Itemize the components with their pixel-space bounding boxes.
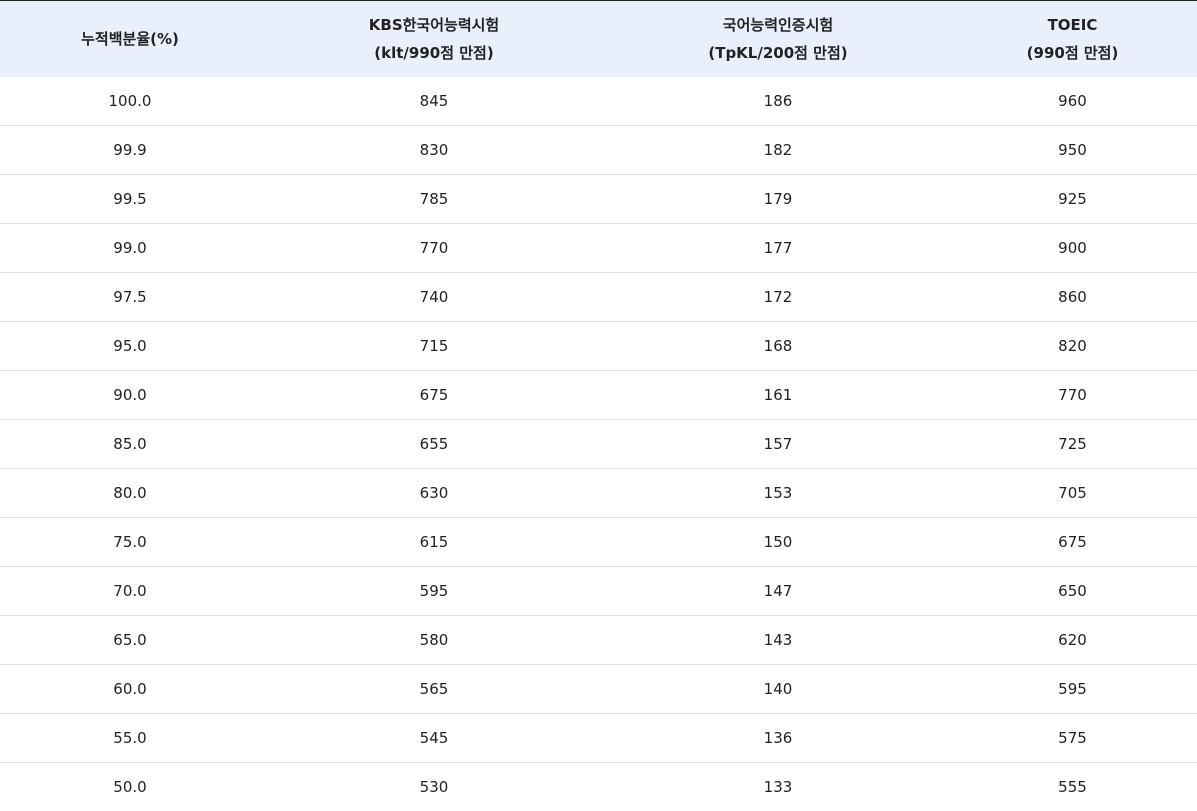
table-row: 99.0 770 177 900 xyxy=(0,224,1197,273)
cell-kbs-score: 770 xyxy=(260,224,608,273)
table-row: 90.0 675 161 770 xyxy=(0,371,1197,420)
cell-percentile: 99.9 xyxy=(0,126,260,175)
header-tpkl-test: 국어능력인증시험 (TpKL/200점 만점) xyxy=(608,1,948,78)
cell-toeic-score: 620 xyxy=(948,616,1197,665)
cell-percentile: 65.0 xyxy=(0,616,260,665)
cell-kbs-score: 845 xyxy=(260,77,608,126)
cell-kbs-score: 545 xyxy=(260,714,608,763)
table-row: 99.5 785 179 925 xyxy=(0,175,1197,224)
header-line-2: (990점 만점) xyxy=(948,39,1197,67)
cell-kbs-score: 630 xyxy=(260,469,608,518)
cell-kbs-score: 655 xyxy=(260,420,608,469)
cell-toeic-score: 960 xyxy=(948,77,1197,126)
cell-tpkl-score: 179 xyxy=(608,175,948,224)
cell-toeic-score: 575 xyxy=(948,714,1197,763)
cell-percentile: 100.0 xyxy=(0,77,260,126)
header-line-2: (klt/990점 만점) xyxy=(260,39,608,67)
cell-kbs-score: 830 xyxy=(260,126,608,175)
cell-percentile: 60.0 xyxy=(0,665,260,714)
cell-percentile: 55.0 xyxy=(0,714,260,763)
score-comparison-table: 누적백분율(%) KBS한국어능력시험 (klt/990점 만점) 국어능력인증… xyxy=(0,0,1197,811)
header-line-1: TOEIC xyxy=(948,11,1197,39)
cell-toeic-score: 820 xyxy=(948,322,1197,371)
cell-tpkl-score: 177 xyxy=(608,224,948,273)
cell-kbs-score: 740 xyxy=(260,273,608,322)
table-row: 50.0 530 133 555 xyxy=(0,763,1197,811)
cell-percentile: 80.0 xyxy=(0,469,260,518)
cell-percentile: 50.0 xyxy=(0,763,260,811)
cell-kbs-score: 580 xyxy=(260,616,608,665)
table-body: 100.0 845 186 960 99.9 830 182 950 99.5 … xyxy=(0,77,1197,811)
cell-kbs-score: 715 xyxy=(260,322,608,371)
header-line-1: KBS한국어능력시험 xyxy=(260,11,608,39)
table-row: 97.5 740 172 860 xyxy=(0,273,1197,322)
table-row: 95.0 715 168 820 xyxy=(0,322,1197,371)
cell-toeic-score: 770 xyxy=(948,371,1197,420)
table-row: 70.0 595 147 650 xyxy=(0,567,1197,616)
table-row: 99.9 830 182 950 xyxy=(0,126,1197,175)
cell-percentile: 85.0 xyxy=(0,420,260,469)
header-kbs-korean-test: KBS한국어능력시험 (klt/990점 만점) xyxy=(260,1,608,78)
cell-toeic-score: 925 xyxy=(948,175,1197,224)
cell-toeic-score: 860 xyxy=(948,273,1197,322)
cell-toeic-score: 675 xyxy=(948,518,1197,567)
cell-toeic-score: 705 xyxy=(948,469,1197,518)
header-toeic: TOEIC (990점 만점) xyxy=(948,1,1197,78)
cell-kbs-score: 595 xyxy=(260,567,608,616)
cell-tpkl-score: 186 xyxy=(608,77,948,126)
cell-tpkl-score: 161 xyxy=(608,371,948,420)
cell-toeic-score: 950 xyxy=(948,126,1197,175)
cell-toeic-score: 650 xyxy=(948,567,1197,616)
header-cumulative-percentile: 누적백분율(%) xyxy=(0,1,260,78)
table-row: 100.0 845 186 960 xyxy=(0,77,1197,126)
table-header: 누적백분율(%) KBS한국어능력시험 (klt/990점 만점) 국어능력인증… xyxy=(0,1,1197,78)
cell-tpkl-score: 172 xyxy=(608,273,948,322)
header-line-1: 누적백분율(%) xyxy=(0,25,260,53)
header-row: 누적백분율(%) KBS한국어능력시험 (klt/990점 만점) 국어능력인증… xyxy=(0,1,1197,78)
header-line-2: (TpKL/200점 만점) xyxy=(608,39,948,67)
cell-tpkl-score: 153 xyxy=(608,469,948,518)
cell-toeic-score: 555 xyxy=(948,763,1197,811)
cell-tpkl-score: 168 xyxy=(608,322,948,371)
cell-tpkl-score: 133 xyxy=(608,763,948,811)
cell-tpkl-score: 157 xyxy=(608,420,948,469)
cell-tpkl-score: 140 xyxy=(608,665,948,714)
cell-toeic-score: 595 xyxy=(948,665,1197,714)
cell-kbs-score: 565 xyxy=(260,665,608,714)
cell-percentile: 99.0 xyxy=(0,224,260,273)
cell-tpkl-score: 136 xyxy=(608,714,948,763)
cell-percentile: 75.0 xyxy=(0,518,260,567)
header-line-1: 국어능력인증시험 xyxy=(608,11,948,39)
table-row: 75.0 615 150 675 xyxy=(0,518,1197,567)
cell-toeic-score: 725 xyxy=(948,420,1197,469)
cell-tpkl-score: 147 xyxy=(608,567,948,616)
cell-tpkl-score: 182 xyxy=(608,126,948,175)
cell-kbs-score: 615 xyxy=(260,518,608,567)
table-row: 55.0 545 136 575 xyxy=(0,714,1197,763)
cell-kbs-score: 530 xyxy=(260,763,608,811)
cell-percentile: 95.0 xyxy=(0,322,260,371)
table-row: 80.0 630 153 705 xyxy=(0,469,1197,518)
cell-percentile: 90.0 xyxy=(0,371,260,420)
cell-toeic-score: 900 xyxy=(948,224,1197,273)
cell-percentile: 70.0 xyxy=(0,567,260,616)
cell-kbs-score: 785 xyxy=(260,175,608,224)
cell-percentile: 97.5 xyxy=(0,273,260,322)
cell-tpkl-score: 143 xyxy=(608,616,948,665)
cell-tpkl-score: 150 xyxy=(608,518,948,567)
cell-kbs-score: 675 xyxy=(260,371,608,420)
cell-percentile: 99.5 xyxy=(0,175,260,224)
table-row: 85.0 655 157 725 xyxy=(0,420,1197,469)
table-row: 60.0 565 140 595 xyxy=(0,665,1197,714)
table-row: 65.0 580 143 620 xyxy=(0,616,1197,665)
